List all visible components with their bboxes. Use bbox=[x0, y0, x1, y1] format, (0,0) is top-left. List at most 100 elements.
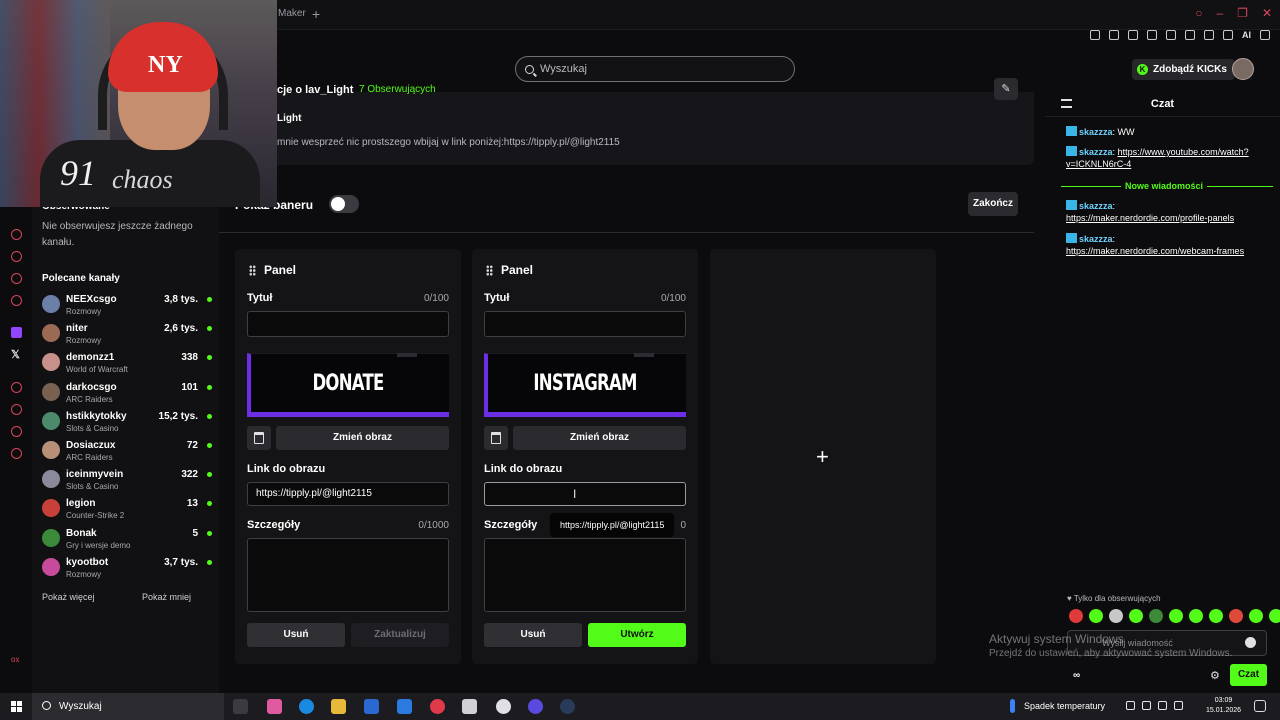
chat-icon[interactable] bbox=[11, 295, 22, 306]
steam-icon[interactable] bbox=[560, 699, 575, 714]
edit-icon[interactable]: ✎ bbox=[994, 78, 1018, 100]
discord-icon[interactable] bbox=[528, 699, 543, 714]
channel-item[interactable]: Dosiaczux ARC Raiders 72 bbox=[42, 438, 212, 466]
change-image-button[interactable]: Zmień obraz bbox=[513, 426, 686, 450]
drag-handle-icon[interactable] bbox=[486, 264, 493, 276]
puzzle-icon[interactable] bbox=[11, 426, 22, 437]
details-textarea[interactable] bbox=[484, 538, 686, 612]
finish-button[interactable]: Zakończ bbox=[968, 192, 1018, 216]
gear-icon[interactable]: ⚙ bbox=[1210, 669, 1220, 682]
add-panel-card[interactable]: + bbox=[710, 249, 936, 664]
maximize-icon[interactable]: ❐ bbox=[1237, 6, 1248, 20]
chat-send-button[interactable]: Czat bbox=[1230, 664, 1267, 686]
delete-image-button[interactable] bbox=[484, 426, 508, 450]
app-icon[interactable] bbox=[462, 699, 477, 714]
emote-icon[interactable] bbox=[1129, 609, 1143, 623]
chat-link[interactable]: https://maker.nerdordie.com/profile-pane… bbox=[1066, 213, 1234, 223]
banner-toggle[interactable] bbox=[329, 195, 359, 213]
ai-button[interactable]: AI bbox=[1242, 30, 1251, 40]
delete-image-button[interactable] bbox=[247, 426, 271, 450]
emote-icon[interactable] bbox=[1149, 609, 1163, 623]
windows-start-icon[interactable] bbox=[11, 701, 22, 712]
compass-icon[interactable] bbox=[11, 229, 22, 240]
opera-icon[interactable] bbox=[430, 699, 445, 714]
search-icon[interactable]: ○ bbox=[1195, 6, 1202, 20]
chat-link[interactable]: https://maker.nerdordie.com/webcam-frame… bbox=[1066, 246, 1244, 256]
emote-icon[interactable] bbox=[1109, 609, 1123, 623]
drag-handle-icon[interactable] bbox=[249, 264, 256, 276]
play-icon[interactable] bbox=[1147, 30, 1157, 40]
copilot-icon[interactable] bbox=[267, 699, 282, 714]
network-icon[interactable] bbox=[1158, 701, 1167, 710]
emote-icon[interactable] bbox=[1069, 609, 1083, 623]
details-textarea[interactable] bbox=[247, 538, 449, 612]
x-icon[interactable]: 𝕏 bbox=[11, 348, 22, 361]
update-button[interactable]: Zaktualizuj bbox=[351, 623, 449, 647]
create-button[interactable]: Utwórz bbox=[588, 623, 686, 647]
obs-icon[interactable] bbox=[496, 699, 511, 714]
title-input[interactable] bbox=[247, 311, 449, 337]
folder-icon[interactable] bbox=[331, 699, 346, 714]
title-input[interactable] bbox=[484, 311, 686, 337]
chat-username[interactable]: skazzza bbox=[1079, 234, 1113, 244]
notifications-icon[interactable] bbox=[1254, 700, 1266, 712]
screenshot-icon[interactable] bbox=[1109, 30, 1119, 40]
emote-icon[interactable] bbox=[1229, 609, 1243, 623]
new-tab-button[interactable]: + bbox=[312, 6, 320, 22]
outlook-icon[interactable] bbox=[397, 699, 412, 714]
emote-icon[interactable] bbox=[1209, 609, 1223, 623]
close-icon[interactable]: ✕ bbox=[1262, 6, 1272, 20]
chevron-up-icon[interactable] bbox=[1126, 701, 1135, 710]
show-less-link[interactable]: Pokaż mniej bbox=[142, 592, 191, 602]
twitch-icon[interactable] bbox=[11, 327, 22, 338]
taskbar-search[interactable]: Wyszukaj bbox=[32, 693, 224, 720]
edge-icon[interactable] bbox=[299, 699, 314, 714]
microphone-icon[interactable] bbox=[1142, 701, 1151, 710]
shield-icon[interactable] bbox=[1128, 30, 1138, 40]
tag-icon[interactable] bbox=[11, 273, 22, 284]
store-icon[interactable] bbox=[364, 699, 379, 714]
autofill-tooltip[interactable]: https://tipply.pl/@light2115 bbox=[550, 513, 675, 537]
channel-item[interactable]: NEEXcsgo Rozmowy 3,8 tys. bbox=[42, 292, 212, 320]
play-circle-icon[interactable] bbox=[11, 382, 22, 393]
channel-item[interactable]: demonzz1 World of Warcraft 338 bbox=[42, 350, 212, 378]
search-input[interactable]: Wyszukaj bbox=[515, 56, 795, 82]
remove-button[interactable]: Usuń bbox=[247, 623, 345, 647]
emoji-icon[interactable] bbox=[1245, 637, 1256, 648]
settings-icon[interactable] bbox=[11, 448, 22, 459]
channel-item[interactable]: niter Rozmowy 2,6 tys. bbox=[42, 321, 212, 349]
link-input[interactable] bbox=[484, 482, 686, 506]
channel-item[interactable]: Bonak Gry i wersje demo 5 bbox=[42, 526, 212, 554]
change-image-button[interactable]: Zmień obraz bbox=[276, 426, 449, 450]
link-input[interactable]: https://tipply.pl/@light2115 bbox=[247, 482, 449, 506]
remove-button[interactable]: Usuń bbox=[484, 623, 582, 647]
plus-icon[interactable]: + bbox=[816, 444, 829, 470]
weather-text[interactable]: Spadek temperatury bbox=[1024, 701, 1105, 711]
emote-icon[interactable] bbox=[1169, 609, 1183, 623]
lock-icon[interactable] bbox=[11, 251, 22, 262]
volume-icon[interactable] bbox=[1174, 701, 1183, 710]
user-avatar[interactable] bbox=[1232, 58, 1254, 80]
browser-tab[interactable]: Maker bbox=[278, 8, 306, 19]
wallet-icon[interactable] bbox=[1223, 30, 1233, 40]
menu-icon[interactable] bbox=[1260, 30, 1270, 40]
clock[interactable]: 03:09 15.01.2026 bbox=[1206, 696, 1241, 716]
emote-icon[interactable] bbox=[1189, 609, 1203, 623]
extensions-icon[interactable] bbox=[1185, 30, 1195, 40]
app-logo-icon[interactable]: ox bbox=[11, 655, 22, 666]
channel-item[interactable]: darkocsgo ARC Raiders 101 bbox=[42, 380, 212, 408]
chat-username[interactable]: skazzza bbox=[1079, 147, 1113, 157]
channel-item[interactable]: hstikkytokky Slots & Casino 15,2 tys. bbox=[42, 409, 212, 437]
emote-icon[interactable] bbox=[1089, 609, 1103, 623]
task-view-icon[interactable] bbox=[233, 699, 248, 714]
minimize-icon[interactable]: – bbox=[1216, 6, 1223, 20]
chat-username[interactable]: skazzza bbox=[1079, 127, 1113, 137]
channel-item[interactable]: kyootbot Rozmowy 3,7 tys. bbox=[42, 555, 212, 583]
emote-icon[interactable] bbox=[1269, 609, 1280, 623]
download-icon[interactable] bbox=[1204, 30, 1214, 40]
channel-item[interactable]: iceinmyvein Slots & Casino 322 bbox=[42, 467, 212, 495]
chat-username[interactable]: skazzza bbox=[1079, 201, 1113, 211]
emote-icon[interactable] bbox=[1249, 609, 1263, 623]
channel-item[interactable]: legion Counter-Strike 2 13 bbox=[42, 496, 212, 524]
show-more-link[interactable]: Pokaż więcej bbox=[42, 592, 95, 602]
